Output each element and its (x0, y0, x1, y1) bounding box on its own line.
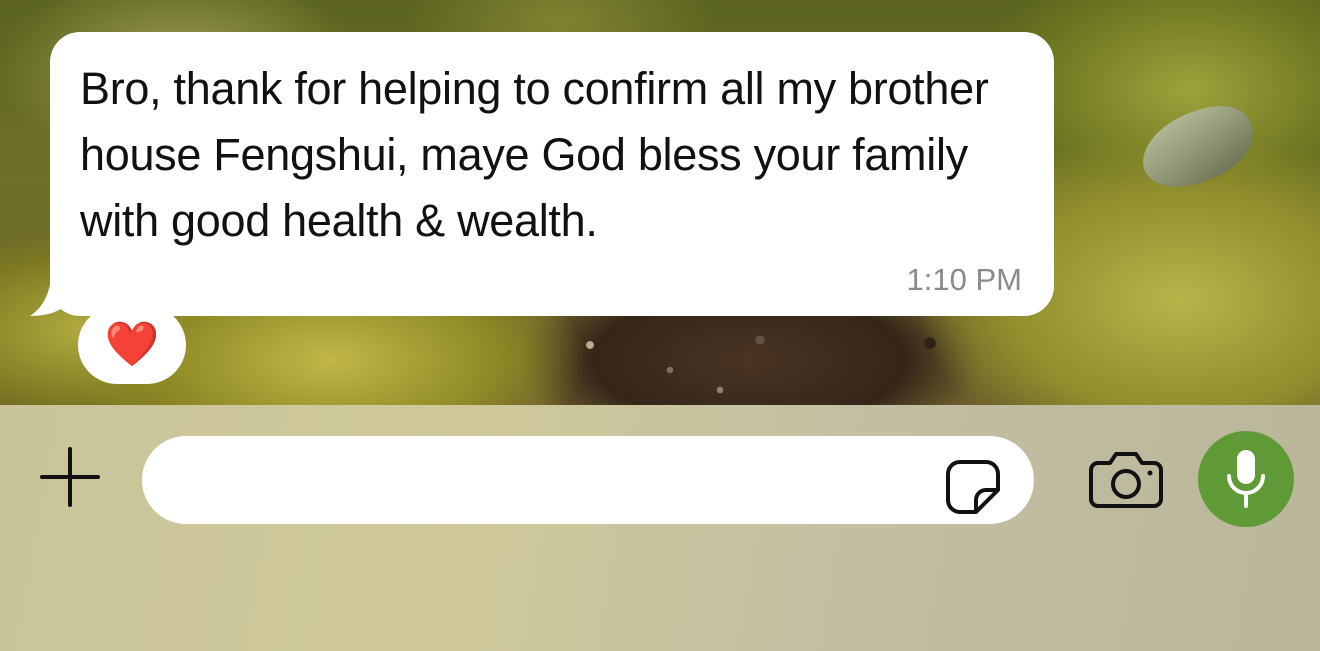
message-timestamp: 1:10 PM (906, 262, 1022, 297)
microphone-button[interactable] (1198, 431, 1294, 527)
heart-reaction-icon: ❤️ (104, 320, 160, 369)
message-bubble[interactable]: Bro, thank for helping to confirm all my… (50, 32, 1054, 316)
message-reaction[interactable]: ❤️ (78, 306, 186, 384)
message-input-field[interactable] (142, 436, 1034, 526)
wallpaper-pebbles (530, 315, 980, 405)
wallpaper-leaf (1131, 95, 1264, 199)
camera-icon[interactable] (1088, 449, 1164, 509)
message-input[interactable] (172, 436, 936, 526)
sticker-icon[interactable] (944, 458, 1002, 516)
plus-icon[interactable] (38, 445, 102, 509)
microphone-icon (1227, 450, 1265, 508)
chat-screen: Bro, thank for helping to confirm all my… (0, 0, 1320, 651)
message-text: Bro, thank for helping to confirm all my… (80, 63, 989, 246)
